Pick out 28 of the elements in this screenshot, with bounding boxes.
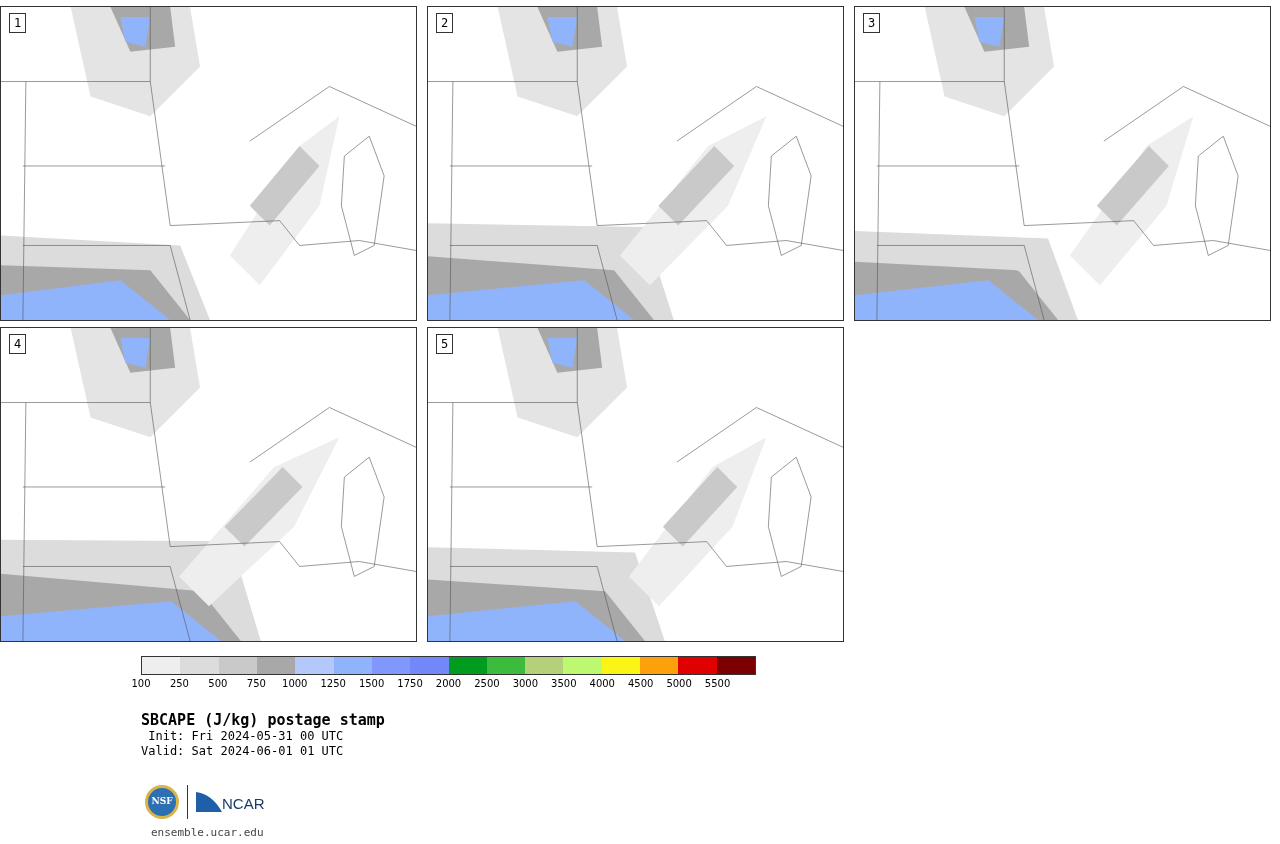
colorbar-tick-label: 2500 xyxy=(474,678,500,690)
panel-number: 4 xyxy=(9,334,27,354)
colorbar-tick-label: 1750 xyxy=(397,678,423,690)
colorbar-tick-label: 1500 xyxy=(358,678,385,690)
colorbar-tick-label: 3000 xyxy=(512,678,539,690)
colorbar-tick-label: 750 xyxy=(246,678,266,690)
colorbar-tick-label: 5500 xyxy=(704,678,731,690)
swoosh-icon xyxy=(196,792,222,812)
panel-number: 1 xyxy=(9,13,27,33)
colorbar-tick-label: 250 xyxy=(169,678,189,690)
chart-title: SBCAPE (J/kg) postage stamp xyxy=(141,711,386,729)
panel-number: 2 xyxy=(436,13,454,33)
valid-time: Valid: Sat 2024-06-01 01 UTC xyxy=(141,744,345,759)
colorbar-tick-label: 500 xyxy=(208,678,228,690)
colorbar-tick-label: 4500 xyxy=(627,678,654,690)
colorbar-tick-label: 2000 xyxy=(435,678,462,690)
init-time: Init: Fri 2024-05-31 00 UTC xyxy=(147,729,345,744)
colorbar-tick-label: 5000 xyxy=(666,678,692,690)
colorbar-tick-label: 100 xyxy=(131,678,151,690)
colorbar-tick-label: 4000 xyxy=(589,678,615,690)
panel-number: 5 xyxy=(436,334,454,354)
nsf-logo: NSF xyxy=(145,785,179,819)
site-url: ensemble.ucar.edu xyxy=(151,825,265,841)
colorbar-tick-label: 1000 xyxy=(282,678,308,690)
colorbar-tick-label: 3500 xyxy=(551,678,577,690)
panel-number: 3 xyxy=(863,13,881,33)
ncar-logo: NCAR xyxy=(196,792,265,812)
colorbar-tick-label: 1250 xyxy=(320,678,346,690)
